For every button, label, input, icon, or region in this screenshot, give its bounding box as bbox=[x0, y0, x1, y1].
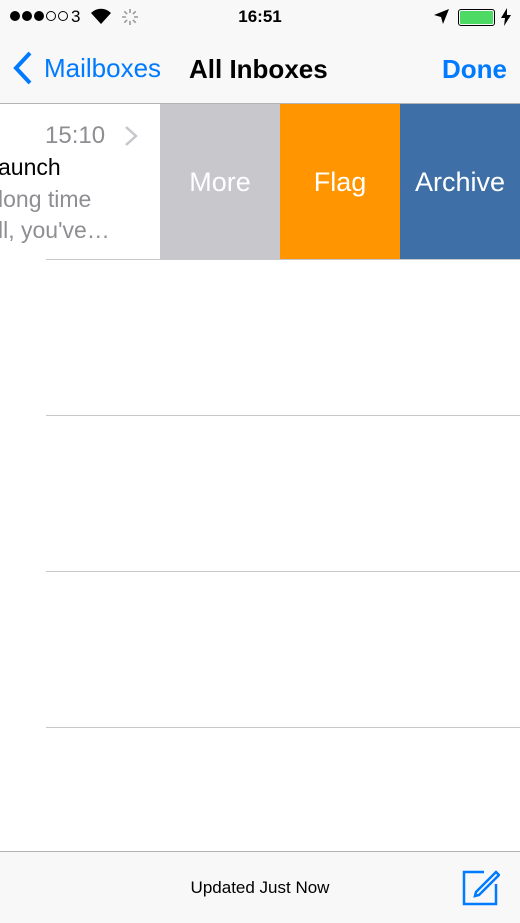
more-action-button[interactable]: More bbox=[160, 104, 280, 260]
status-bar: 3 16:51 bbox=[0, 0, 520, 36]
chevron-right-icon bbox=[125, 126, 138, 146]
navigation-bar: Mailboxes All Inboxes Done bbox=[0, 36, 520, 104]
row-divider bbox=[46, 259, 520, 260]
more-label: More bbox=[189, 166, 251, 197]
back-label: Mailboxes bbox=[44, 52, 162, 83]
battery-icon bbox=[458, 9, 495, 26]
message-row-swiped[interactable]: 15:10 aunch long time ll, you've… More F… bbox=[0, 104, 520, 260]
message-time: 15:10 bbox=[45, 122, 106, 149]
message-preview-line1: long time bbox=[0, 186, 92, 212]
row-divider bbox=[46, 727, 520, 728]
compose-icon[interactable] bbox=[462, 868, 500, 906]
flag-action-button[interactable]: Flag bbox=[280, 104, 400, 260]
message-subject: aunch bbox=[0, 154, 61, 180]
archive-action-button[interactable]: Archive bbox=[400, 104, 520, 260]
message-preview-line2: ll, you've… bbox=[0, 217, 110, 243]
page-title: All Inboxes bbox=[189, 54, 328, 84]
row-divider bbox=[46, 415, 520, 416]
archive-label: Archive bbox=[414, 166, 506, 197]
charging-icon bbox=[501, 8, 511, 26]
done-button[interactable]: Done bbox=[442, 54, 507, 85]
flag-label: Flag bbox=[313, 166, 367, 197]
back-button[interactable]: Mailboxes bbox=[12, 50, 161, 86]
update-status: Updated Just Now bbox=[190, 878, 330, 897]
bottom-toolbar: Updated Just Now bbox=[0, 851, 520, 923]
location-icon bbox=[434, 9, 449, 24]
chevron-left-icon bbox=[13, 51, 32, 85]
row-divider bbox=[46, 571, 520, 572]
